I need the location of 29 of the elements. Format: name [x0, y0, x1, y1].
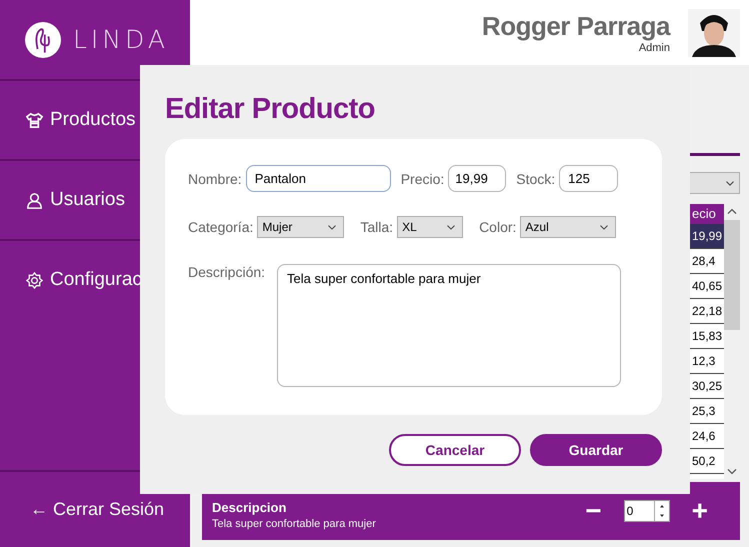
user-icon [25, 190, 44, 210]
field-label: Talla: [360, 219, 394, 235]
user-role: Admin [638, 42, 670, 54]
cancel-button[interactable]: Cancelar [389, 434, 521, 466]
detail-description: Tela super confortable para mujer [212, 518, 377, 530]
field-label: Descripción: [188, 264, 266, 280]
dropdown[interactable]: XL [397, 216, 464, 238]
user-name: Rogger Parraga [482, 11, 670, 42]
shirt-icon [25, 110, 44, 130]
input-field[interactable]: 125 [559, 165, 618, 192]
input-field[interactable]: Pantalon [246, 165, 391, 192]
field-label: Stock: [516, 170, 556, 186]
settings-icon [25, 270, 44, 290]
input-field[interactable]: 19,99 [448, 165, 506, 192]
field-label: Precio: [400, 170, 444, 186]
scrollbar-thumb[interactable] [724, 220, 740, 330]
dropdown[interactable]: Azul [520, 216, 616, 238]
increment-button[interactable]: + [688, 495, 712, 527]
save-button[interactable]: Guardar [530, 434, 662, 466]
brand-name: LINDA [73, 25, 169, 54]
decrement-button[interactable]: − [581, 495, 606, 527]
field-label: Categoría: [188, 219, 254, 235]
logo-icon [25, 22, 61, 58]
quantity-spinner[interactable]: 0 [624, 500, 670, 522]
text-area[interactable]: Tela super confortable para mujer [277, 264, 622, 387]
field-label: Color: [479, 219, 516, 235]
dropdown[interactable]: Mujer [257, 216, 344, 238]
detail-heading: Descripcion [212, 500, 288, 515]
field-label: Nombre: [188, 170, 242, 186]
